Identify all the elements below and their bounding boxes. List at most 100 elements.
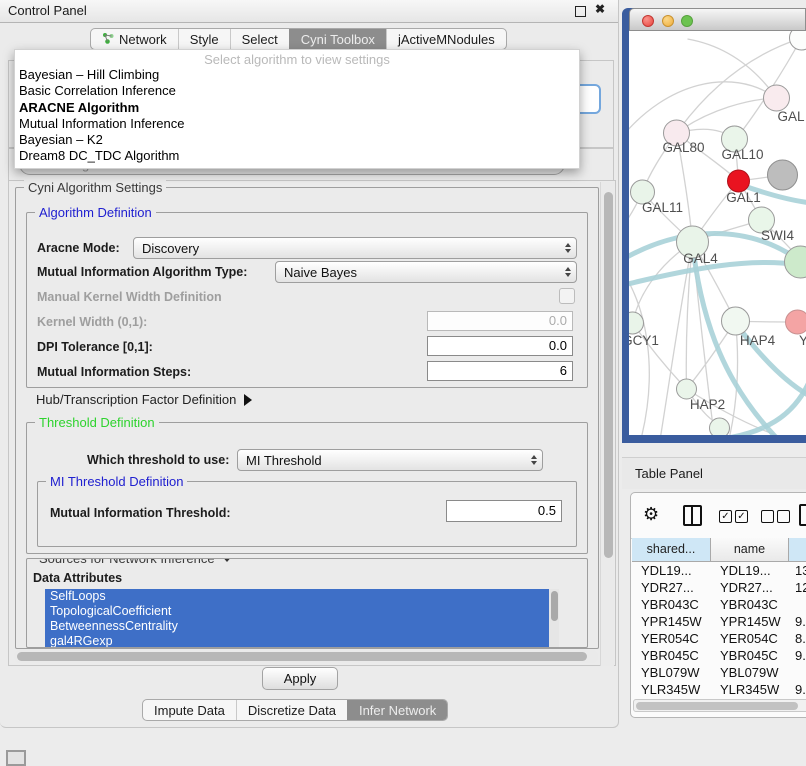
tab-network[interactable]: Network <box>91 29 178 49</box>
algorithm-option[interactable]: Dream8 DC_TDC Algorithm <box>15 148 579 164</box>
network-node[interactable] <box>768 160 798 190</box>
network-view-window[interactable]: GALGAL80GAL10GAL1GAL11SWI4GAL4GCY1HAP4YH… <box>622 8 806 443</box>
hub-factor-expander[interactable]: Hub/Transcription Factor Definition <box>36 392 252 407</box>
table-row[interactable]: YLR345WYLR345W9. <box>632 681 806 698</box>
stepper-icon <box>526 450 542 470</box>
table-row[interactable]: YDR27...YDR27...12 <box>632 579 806 596</box>
select-all-icon[interactable]: ✓ <box>735 510 748 523</box>
node-label: GCY1 <box>629 333 659 348</box>
table-row[interactable]: YPR145WYPR145W9. <box>632 613 806 630</box>
settings-horizontal-scrollbar[interactable] <box>14 650 598 663</box>
scrollbar-thumb[interactable] <box>17 652 587 661</box>
attributes-scrollbar[interactable] <box>549 589 559 647</box>
mi-threshold-field[interactable]: 0.5 <box>446 500 562 522</box>
close-traffic-light-icon[interactable] <box>642 15 654 27</box>
network-node[interactable] <box>728 170 750 192</box>
algorithm-popup-list: Bayesian – Hill ClimbingBasic Correlatio… <box>15 67 579 165</box>
algorithm-option[interactable]: Bayesian – K2 <box>15 132 579 148</box>
restore-panel-icon[interactable] <box>6 750 26 766</box>
table-cell: YBR043C <box>711 596 789 613</box>
kernel-width-field[interactable]: 0.0 <box>427 311 573 331</box>
node-label: GAL10 <box>721 147 763 162</box>
attribute-item[interactable]: BetweennessCentrality <box>45 619 559 634</box>
table-row[interactable]: YBL079WYBL079W <box>632 664 806 681</box>
network-node[interactable] <box>764 85 790 111</box>
table-row[interactable]: YER054CYER054C8. <box>632 630 806 647</box>
table-panel-title: Table Panel <box>635 466 703 481</box>
column-header[interactable] <box>789 538 806 562</box>
column-header[interactable]: name <box>711 538 789 562</box>
manual-kernel-label: Manual Kernel Width Definition <box>37 290 222 304</box>
stepper-icon <box>560 262 576 282</box>
network-edge[interactable] <box>687 389 788 435</box>
node-label: GAL1 <box>726 190 761 205</box>
network-edge[interactable] <box>629 273 649 435</box>
network-edge[interactable] <box>688 39 777 98</box>
mi-type-combo[interactable]: Naive Bayes <box>275 261 577 283</box>
table-row[interactable]: YBR043CYBR043C <box>632 596 806 613</box>
tab-jactivemnodules[interactable]: jActiveMNodules <box>386 29 506 49</box>
tab-impute-data[interactable]: Impute Data <box>143 700 236 720</box>
table-horizontal-scrollbar[interactable] <box>633 699 806 712</box>
manual-kernel-checkbox[interactable] <box>559 288 575 304</box>
which-threshold-combo[interactable]: MI Threshold <box>237 449 543 471</box>
algorithm-option[interactable]: ARACNE Algorithm <box>15 100 579 116</box>
column-header[interactable]: shared... <box>632 538 711 562</box>
sources-group: Sources for Network Inference Data Attri… <box>26 558 588 648</box>
network-node[interactable] <box>722 307 750 335</box>
float-window-icon[interactable] <box>575 6 586 17</box>
node-label: GAL <box>778 109 806 124</box>
dpi-tolerance-field[interactable]: 0.0 <box>427 336 573 356</box>
attribute-item[interactable]: gal4RGexp <box>45 634 559 647</box>
algorithm-option[interactable]: Basic Correlation Inference <box>15 83 579 99</box>
scrollbar-thumb[interactable] <box>604 192 613 558</box>
network-canvas[interactable]: GALGAL80GAL10GAL1GAL11SWI4GAL4GCY1HAP4YH… <box>629 31 806 435</box>
close-icon[interactable]: ✖ <box>595 4 606 15</box>
table-cell: YBR045C <box>632 647 711 664</box>
zoom-traffic-light-icon[interactable] <box>681 15 693 27</box>
apply-button[interactable]: Apply <box>262 667 338 690</box>
scrollbar-thumb[interactable] <box>551 591 558 621</box>
aracne-mode-combo[interactable]: Discovery <box>133 237 577 259</box>
select-all-icon[interactable]: ✓ <box>719 510 732 523</box>
split-pane-icon[interactable] <box>683 505 702 526</box>
table-cell: YPR145W <box>632 613 711 630</box>
network-edge[interactable] <box>629 82 777 135</box>
table-row[interactable]: YDL19...YDL19...13 <box>632 562 806 579</box>
tab-discretize-data[interactable]: Discretize Data <box>236 700 347 720</box>
network-window-titlebar[interactable] <box>629 8 806 31</box>
table-cell: YPR145W <box>711 613 789 630</box>
algorithm-option[interactable]: Mutual Information Inference <box>15 116 579 132</box>
table-cell: YER054C <box>711 630 789 647</box>
sources-title[interactable]: Sources for Network Inference <box>35 558 237 566</box>
algorithm-option[interactable]: Bayesian – Hill Climbing <box>15 67 579 83</box>
deselect-all-icon[interactable] <box>761 510 774 523</box>
mi-threshold-definition-title: MI Threshold Definition <box>46 474 187 489</box>
mi-steps-field[interactable]: 6 <box>427 361 573 381</box>
table-cell: YBR043C <box>632 596 711 613</box>
tab-select[interactable]: Select <box>230 29 289 49</box>
network-node[interactable] <box>786 310 806 334</box>
algorithm-popup-placeholder: Select algorithm to view settings <box>15 52 579 67</box>
deselect-all-icon[interactable] <box>777 510 790 523</box>
tab-cyni-toolbox[interactable]: Cyni Toolbox <box>289 29 386 49</box>
data-attributes-list[interactable]: SelfLoopsTopologicalCoefficientBetweenne… <box>45 589 559 647</box>
network-node[interactable] <box>677 379 697 399</box>
network-node[interactable] <box>710 418 730 435</box>
tab-style[interactable]: Style <box>178 29 230 49</box>
settings-vertical-scrollbar[interactable] <box>600 182 614 666</box>
attribute-item[interactable]: SelfLoops <box>45 589 559 604</box>
document-icon[interactable] <box>799 504 806 526</box>
dpi-tolerance-label: DPI Tolerance [0,1]: <box>37 340 153 354</box>
minimize-traffic-light-icon[interactable] <box>662 15 674 27</box>
table-cell: YLR345W <box>632 681 711 698</box>
network-node[interactable] <box>790 31 806 50</box>
scrollbar-thumb[interactable] <box>636 702 798 710</box>
table-cell: YBL079W <box>711 664 789 681</box>
table-row[interactable]: YBR045CYBR045C9. <box>632 647 806 664</box>
node-label: Y <box>799 333 806 348</box>
attribute-item[interactable]: TopologicalCoefficient <box>45 604 559 619</box>
algorithm-dropdown-popup: Select algorithm to view settings Bayesi… <box>14 49 580 169</box>
gear-icon[interactable]: ⚙ <box>643 505 659 523</box>
tab-infer-network[interactable]: Infer Network <box>347 700 447 720</box>
